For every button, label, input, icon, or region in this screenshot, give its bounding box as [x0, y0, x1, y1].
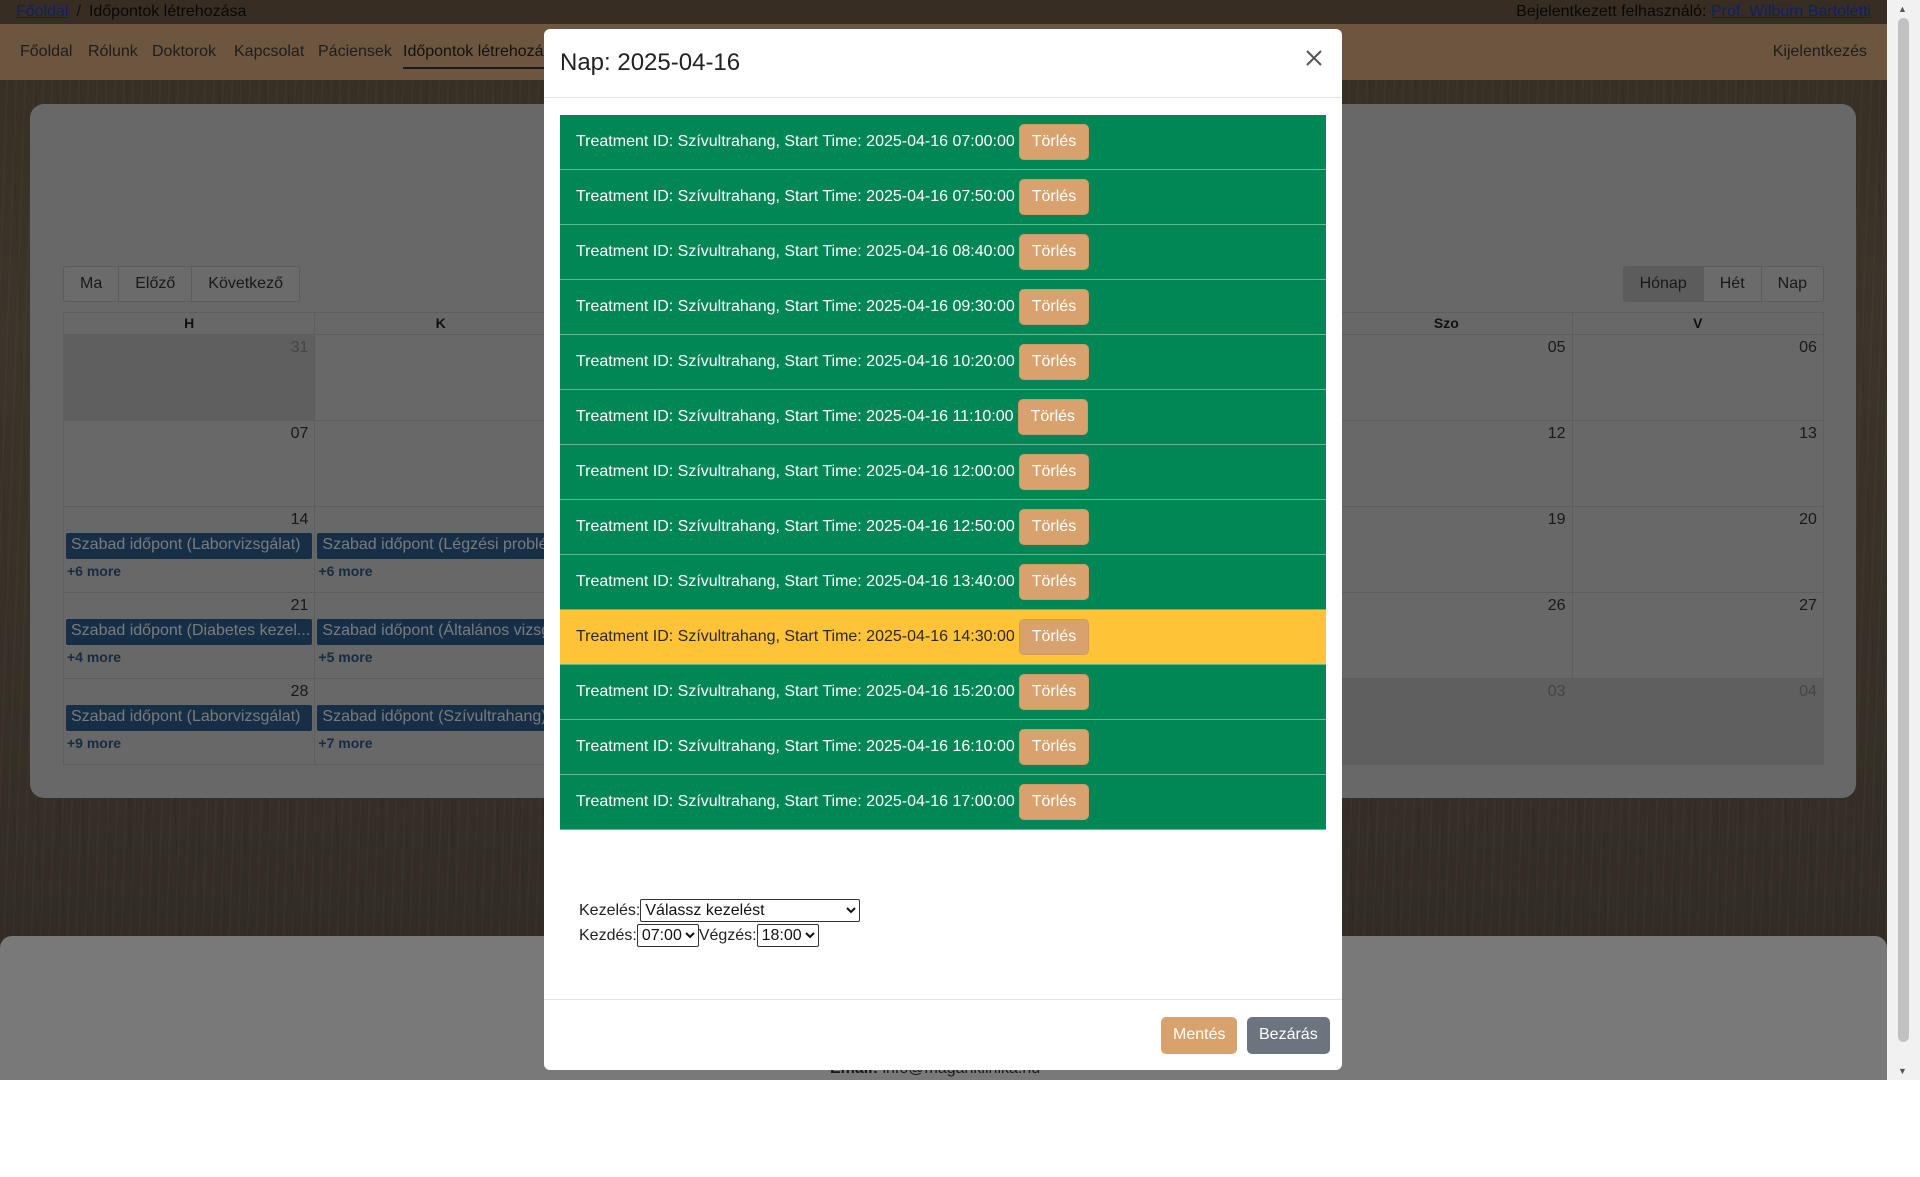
modal-footer: Mentés Bezárás	[544, 999, 1342, 1070]
day-modal: Nap: 2025-04-16 Treatment ID: Szívultrah…	[544, 29, 1342, 1070]
start-label: Kezdés:	[579, 926, 637, 944]
appointment-slot[interactable]: Treatment ID: Szívultrahang, Start Time:…	[560, 225, 1326, 280]
delete-slot-button[interactable]: Törlés	[1018, 124, 1090, 160]
slot-text: Treatment ID: Szívultrahang, Start Time:…	[576, 243, 1015, 260]
slot-text: Treatment ID: Szívultrahang, Start Time:…	[576, 188, 1015, 205]
delete-slot-button[interactable]: Törlés	[1018, 729, 1090, 765]
slot-text: Treatment ID: Szívultrahang, Start Time:…	[576, 133, 1015, 150]
slot-text: Treatment ID: Szívultrahang, Start Time:…	[576, 683, 1015, 700]
slot-text: Treatment ID: Szívultrahang, Start Time:…	[576, 463, 1015, 480]
appointment-slot[interactable]: Treatment ID: Szívultrahang, Start Time:…	[560, 610, 1326, 665]
appointment-slot[interactable]: Treatment ID: Szívultrahang, Start Time:…	[560, 390, 1326, 445]
delete-slot-button[interactable]: Törlés	[1018, 234, 1090, 270]
scrollbar-thumb[interactable]	[1898, 18, 1909, 1042]
slot-text: Treatment ID: Szívultrahang, Start Time:…	[576, 408, 1014, 425]
appointment-slot[interactable]: Treatment ID: Szívultrahang, Start Time:…	[560, 665, 1326, 720]
slot-text: Treatment ID: Szívultrahang, Start Time:…	[576, 573, 1015, 590]
slot-list: Treatment ID: Szívultrahang, Start Time:…	[560, 115, 1326, 830]
slot-text: Treatment ID: Szívultrahang, Start Time:…	[576, 793, 1015, 810]
appointment-slot[interactable]: Treatment ID: Szívultrahang, Start Time:…	[560, 445, 1326, 500]
page-viewport: Főoldal/Időpontok létrehozása Bejelentke…	[0, 0, 1887, 1080]
slot-text: Treatment ID: Szívultrahang, Start Time:…	[576, 628, 1015, 645]
delete-slot-button[interactable]: Törlés	[1018, 289, 1090, 325]
end-label: Végzés:	[698, 926, 757, 944]
slot-text: Treatment ID: Szívultrahang, Start Time:…	[576, 738, 1015, 755]
delete-slot-button[interactable]: Törlés	[1018, 564, 1090, 600]
appointment-slot[interactable]: Treatment ID: Szívultrahang, Start Time:…	[560, 170, 1326, 225]
new-slot-form: Kezelés: Válassz kezelést Kezdés: 07:00 …	[579, 898, 861, 948]
appointment-slot[interactable]: Treatment ID: Szívultrahang, Start Time:…	[560, 280, 1326, 335]
delete-slot-button[interactable]: Törlés	[1018, 674, 1090, 710]
delete-slot-button[interactable]: Törlés	[1018, 784, 1090, 820]
save-button[interactable]: Mentés	[1161, 1017, 1238, 1054]
delete-slot-button[interactable]: Törlés	[1018, 509, 1090, 545]
end-time-select[interactable]: 18:00	[756, 924, 819, 947]
page-scrollbar[interactable]: ▲ ▼	[1887, 0, 1920, 1080]
appointment-slot[interactable]: Treatment ID: Szívultrahang, Start Time:…	[560, 115, 1326, 170]
treatment-label: Kezelés:	[579, 901, 641, 919]
delete-slot-button[interactable]: Törlés	[1018, 179, 1090, 215]
scroll-up-icon[interactable]: ▲	[1898, 4, 1907, 14]
delete-slot-button[interactable]: Törlés	[1018, 454, 1090, 490]
slot-text: Treatment ID: Szívultrahang, Start Time:…	[576, 353, 1015, 370]
appointment-slot[interactable]: Treatment ID: Szívultrahang, Start Time:…	[560, 555, 1326, 610]
treatment-select[interactable]: Válassz kezelést	[640, 899, 861, 922]
modal-title: Nap: 2025-04-16	[560, 49, 741, 76]
scroll-down-icon[interactable]: ▼	[1898, 1066, 1907, 1076]
delete-slot-button[interactable]: Törlés	[1018, 619, 1090, 655]
appointment-slot[interactable]: Treatment ID: Szívultrahang, Start Time:…	[560, 500, 1326, 555]
appointment-slot[interactable]: Treatment ID: Szívultrahang, Start Time:…	[560, 720, 1326, 775]
modal-header: Nap: 2025-04-16	[544, 29, 1342, 98]
close-icon[interactable]	[1302, 46, 1326, 70]
appointment-slot[interactable]: Treatment ID: Szívultrahang, Start Time:…	[560, 775, 1326, 830]
start-time-select[interactable]: 07:00	[636, 924, 699, 947]
slot-text: Treatment ID: Szívultrahang, Start Time:…	[576, 518, 1015, 535]
delete-slot-button[interactable]: Törlés	[1018, 344, 1090, 380]
delete-slot-button[interactable]: Törlés	[1017, 399, 1089, 435]
close-button[interactable]: Bezárás	[1247, 1017, 1330, 1054]
appointment-slot[interactable]: Treatment ID: Szívultrahang, Start Time:…	[560, 335, 1326, 390]
slot-text: Treatment ID: Szívultrahang, Start Time:…	[576, 298, 1015, 315]
